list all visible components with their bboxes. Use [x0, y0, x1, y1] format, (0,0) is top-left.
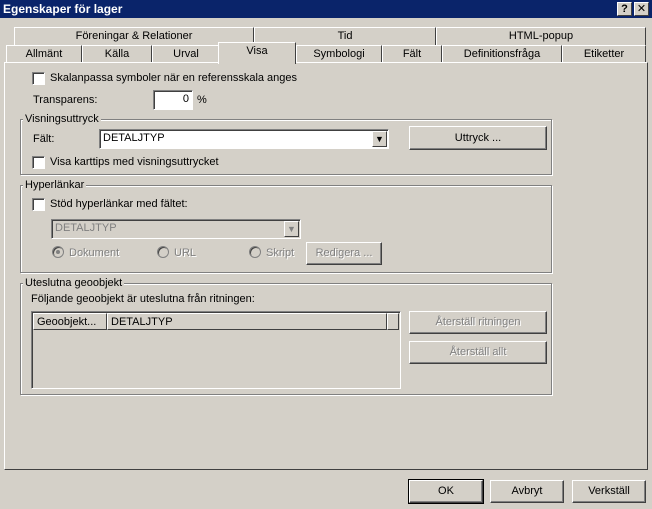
hyperlink-support-label: Stöd hyperlänkar med fältet:	[50, 198, 188, 210]
tab-kalla[interactable]: Källa	[82, 45, 152, 63]
display-field-label: Fält:	[33, 133, 55, 145]
maptips-checkbox[interactable]	[32, 156, 45, 169]
scale-symbols-checkbox[interactable]	[32, 72, 45, 85]
excluded-features-legend: Uteslutna geoobjekt	[23, 277, 125, 289]
hyperlink-field-value: DETALJTYP	[55, 222, 117, 234]
expression-button[interactable]: Uttryck ...	[409, 126, 547, 150]
display-expression-legend: Visningsuttryck	[23, 113, 101, 125]
window-title: Egenskaper för lager	[3, 2, 123, 16]
column-header-geoobjekt[interactable]: Geoobjekt...	[33, 313, 107, 330]
apply-button[interactable]: Verkställ	[572, 480, 646, 503]
chevron-down-icon[interactable]: ▼	[284, 221, 299, 237]
edit-hyperlink-button[interactable]: Redigera ...	[306, 242, 382, 265]
tab-html-popup[interactable]: HTML-popup	[436, 27, 646, 45]
close-button[interactable]: ✕	[634, 2, 649, 16]
tab-falt[interactable]: Fält	[382, 45, 442, 63]
tab-urval[interactable]: Urval	[152, 45, 220, 63]
restore-drawing-button[interactable]: Återställ ritningen	[409, 311, 547, 334]
scale-symbols-label: Skalanpassa symboler när en referensskal…	[50, 72, 298, 84]
ok-button[interactable]: OK	[408, 479, 484, 504]
transparency-label: Transparens:	[33, 94, 98, 106]
radio-document-label: Dokument	[69, 247, 120, 259]
help-button[interactable]: ?	[617, 2, 632, 16]
transparency-input[interactable]: 0	[153, 90, 193, 110]
restore-all-button[interactable]: Återställ allt	[409, 341, 547, 364]
radio-script[interactable]	[249, 246, 261, 258]
tab-symbologi[interactable]: Symbologi	[296, 45, 382, 63]
tab-etiketter[interactable]: Etiketter	[562, 45, 646, 63]
transparency-unit: %	[197, 94, 207, 106]
radio-document[interactable]	[52, 246, 64, 258]
hyperlinks-legend: Hyperlänkar	[23, 179, 87, 191]
radio-url-label: URL	[174, 247, 197, 259]
chevron-down-icon[interactable]: ▼	[372, 131, 387, 147]
title-bar: Egenskaper för lager ? ✕	[0, 0, 652, 18]
hyperlink-field-select[interactable]: DETALJTYP ▼	[51, 219, 301, 239]
maptips-label: Visa karttips med visningsuttrycket	[50, 156, 219, 168]
tab-panel-visa: Skalanpassa symboler när en referensskal…	[4, 62, 648, 470]
radio-url[interactable]	[157, 246, 169, 258]
tab-visa[interactable]: Visa	[218, 42, 296, 64]
hyperlink-support-checkbox[interactable]	[32, 198, 45, 211]
display-field-select[interactable]: DETALJTYP ▼	[99, 129, 389, 149]
display-field-value: DETALJTYP	[103, 132, 165, 144]
excluded-description: Följande geoobjekt är uteslutna från rit…	[31, 293, 255, 305]
column-header-filler	[387, 313, 399, 330]
tab-allmant[interactable]: Allmänt	[6, 45, 82, 63]
radio-script-label: Skript	[266, 247, 295, 259]
column-header-detaljtyp[interactable]: DETALJTYP	[107, 313, 387, 330]
excluded-features-list[interactable]: Geoobjekt... DETALJTYP	[31, 311, 401, 389]
close-icon: ✕	[636, 3, 647, 15]
tab-definitionsfraga[interactable]: Definitionsfråga	[442, 45, 562, 63]
cancel-button[interactable]: Avbryt	[490, 480, 564, 503]
